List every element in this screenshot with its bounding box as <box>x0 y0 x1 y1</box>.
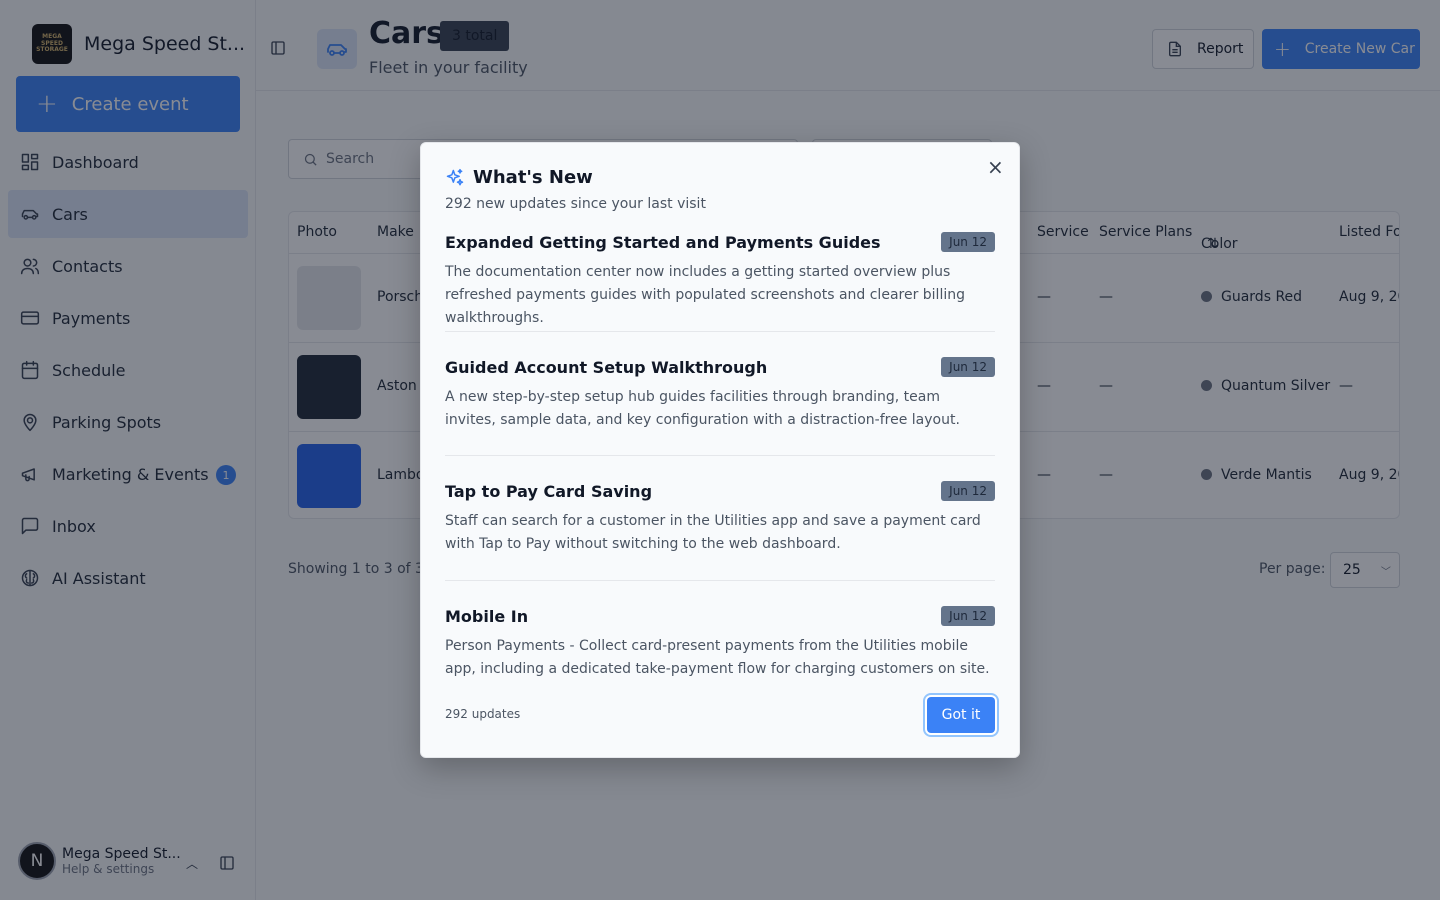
modal-title-row: What's New <box>445 167 593 188</box>
modal-title: What's New <box>473 167 593 188</box>
update-date-badge: Jun 12 <box>941 232 995 252</box>
update-item: Guided Account Setup Walkthrough Jun 12 … <box>445 357 995 432</box>
update-title: Expanded Getting Started and Payments Gu… <box>445 232 881 252</box>
update-item: Mobile In Jun 12 Person Payments - Colle… <box>445 606 995 681</box>
update-date-badge: Jun 12 <box>941 357 995 377</box>
update-title: Mobile In <box>445 606 529 626</box>
whats-new-dialog: × What's New 292 new updates since your … <box>420 142 1020 758</box>
updates-count: 292 updates <box>445 707 521 721</box>
update-item: Expanded Getting Started and Payments Gu… <box>445 232 995 330</box>
update-description: The documentation center now includes a … <box>445 264 965 326</box>
update-title: Guided Account Setup Walkthrough <box>445 357 768 377</box>
update-description: Staff can search for a customer in the U… <box>445 513 981 552</box>
update-description: A new step-by-step setup hub guides faci… <box>445 389 960 428</box>
divider <box>445 580 995 581</box>
update-item: Tap to Pay Card Saving Jun 12 Staff can … <box>445 481 995 556</box>
divider <box>445 455 995 456</box>
divider <box>445 331 995 332</box>
update-description: Person Payments - Collect card-present p… <box>445 638 990 677</box>
modal-subtitle: 292 new updates since your last visit <box>445 196 706 212</box>
got-it-button[interactable]: Got it <box>927 697 995 733</box>
update-title: Tap to Pay Card Saving <box>445 481 653 501</box>
update-date-badge: Jun 12 <box>941 481 995 501</box>
close-icon[interactable]: × <box>987 157 1004 177</box>
update-date-badge: Jun 12 <box>941 606 995 626</box>
sparkles-icon <box>446 168 464 185</box>
